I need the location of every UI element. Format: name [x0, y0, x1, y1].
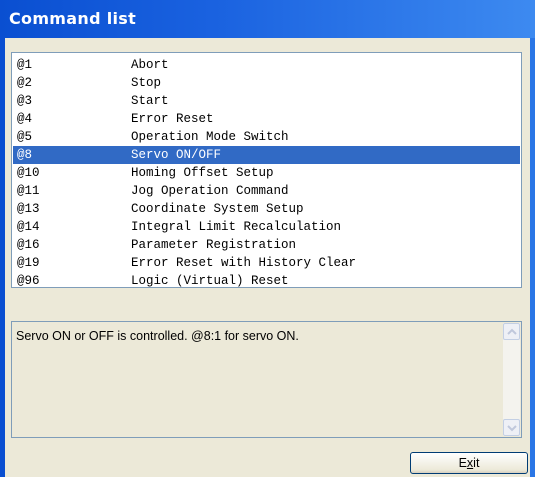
command-name: Start — [131, 94, 169, 108]
exit-label-pre: E — [458, 456, 467, 470]
command-row[interactable]: @10 Homing Offset Setup — [13, 164, 520, 182]
command-name: Homing Offset Setup — [131, 166, 274, 180]
command-code: @11 — [17, 184, 40, 198]
command-name: Error Reset with History Clear — [131, 256, 357, 270]
command-row[interactable]: @3 Start — [13, 92, 520, 110]
command-row[interactable]: @8 Servo ON/OFF — [13, 146, 520, 164]
command-name: Abort — [131, 58, 169, 72]
command-row[interactable]: @16 Parameter Registration — [13, 236, 520, 254]
command-code: @5 — [17, 130, 33, 144]
command-code: @4 — [17, 112, 33, 126]
command-row[interactable]: @96 Logic (Virtual) Reset — [13, 272, 520, 288]
command-name: Logic (Virtual) Reset — [131, 274, 289, 288]
command-list[interactable]: @1 Abort @2 Stop @3 Start @4 Error Reset @5 Opera… — [11, 52, 522, 288]
command-row[interactable]: @4 Error Reset — [13, 110, 520, 128]
title-bar[interactable]: Command list — [0, 0, 535, 38]
command-name: Error Reset — [131, 112, 214, 126]
command-row[interactable]: @13 Coordinate System Setup — [13, 200, 520, 218]
scroll-up-button[interactable] — [503, 323, 520, 340]
command-name: Coordinate System Setup — [131, 202, 304, 216]
command-name: Stop — [131, 76, 162, 90]
command-name: Parameter Registration — [131, 238, 297, 252]
exit-label-post: it — [473, 456, 480, 470]
command-code: @96 — [17, 274, 40, 288]
command-row[interactable]: @14 Integral Limit Recalculation — [13, 218, 520, 236]
command-row[interactable]: @2 Stop — [13, 74, 520, 92]
chevron-down-icon — [507, 425, 517, 432]
chevron-up-icon — [507, 328, 517, 335]
command-code: @16 — [17, 238, 40, 252]
window-frame-left — [0, 38, 5, 477]
description-box[interactable]: Servo ON or OFF is controlled. @8:1 for … — [11, 321, 522, 438]
command-row[interactable]: @5 Operation Mode Switch — [13, 128, 520, 146]
command-code: @14 — [17, 220, 40, 234]
command-row[interactable]: @11 Jog Operation Command — [13, 182, 520, 200]
scroll-down-button[interactable] — [503, 419, 520, 436]
command-name: Operation Mode Switch — [131, 130, 289, 144]
description-scrollbar[interactable] — [503, 323, 520, 436]
description-text: Servo ON or OFF is controlled. @8:1 for … — [16, 329, 299, 343]
command-code: @13 — [17, 202, 40, 216]
command-code: @8 — [17, 148, 33, 162]
command-code: @1 — [17, 58, 33, 72]
command-code: @2 — [17, 76, 33, 90]
command-name: Jog Operation Command — [131, 184, 289, 198]
command-row[interactable]: @19 Error Reset with History Clear — [13, 254, 520, 272]
command-code: @10 — [17, 166, 40, 180]
command-name: Servo ON/OFF — [131, 148, 222, 162]
command-row[interactable]: @1 Abort — [13, 56, 520, 74]
window-frame-right — [530, 38, 535, 477]
exit-button[interactable]: Exit — [410, 452, 528, 474]
command-code: @3 — [17, 94, 33, 108]
command-name: Integral Limit Recalculation — [131, 220, 342, 234]
command-code: @19 — [17, 256, 40, 270]
window-title: Command list — [9, 9, 137, 28]
